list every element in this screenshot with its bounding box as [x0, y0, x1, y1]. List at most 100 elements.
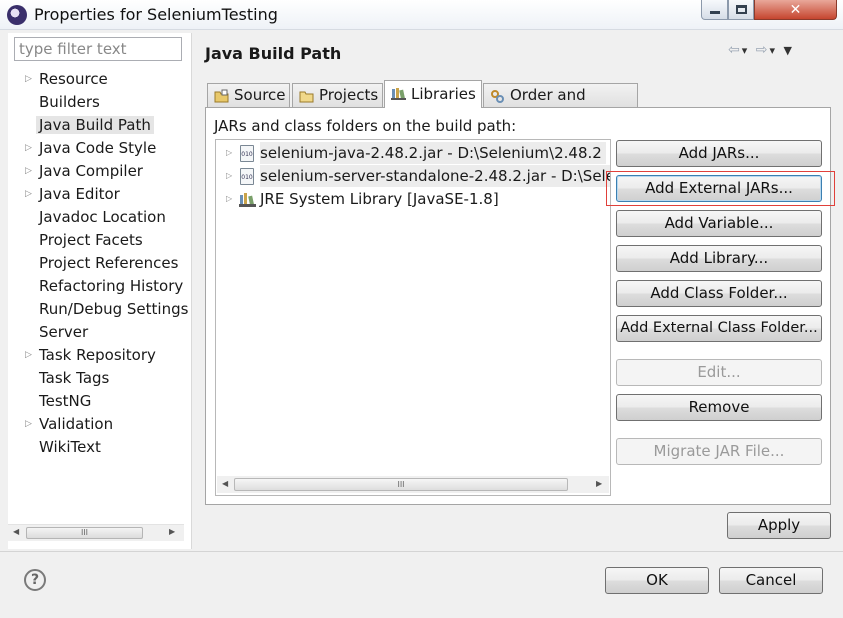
scroll-thumb[interactable]: III	[234, 478, 568, 491]
history-nav: ⇦▾ ⇨▾ ▼	[728, 42, 794, 58]
sidebar-item-label: Run/Debug Settings	[39, 300, 189, 318]
sidebar-item[interactable]: ▷ Task Repository	[8, 344, 191, 367]
sidebar-item-label: Refactoring History	[39, 277, 184, 295]
sidebar-item[interactable]: ▷ Validation	[8, 413, 191, 436]
projects-icon	[299, 91, 314, 103]
tree-horizontal-scrollbar[interactable]: ◀ III ▶	[8, 524, 184, 541]
maximize-icon	[735, 5, 747, 14]
list-item[interactable]: ▷ 010 selenium-java-2.48.2.jar - D:\Sele…	[216, 142, 610, 164]
remove-button[interactable]: Remove	[616, 394, 822, 421]
close-icon: ✕	[789, 1, 802, 18]
minimize-icon	[709, 11, 720, 14]
sidebar-item-label: Javadoc Location	[39, 208, 166, 226]
sidebar-item-label: Java Compiler	[39, 162, 143, 180]
add-jars-button[interactable]: Add JARs...	[616, 140, 822, 167]
sidebar-item[interactable]: Server	[8, 321, 191, 344]
scroll-left-icon[interactable]: ◀	[13, 527, 19, 536]
filter-input[interactable]	[14, 37, 182, 61]
sidebar-item[interactable]: Java Build Path	[8, 114, 191, 137]
edit-button[interactable]: Edit...	[616, 359, 822, 386]
forward-menu-icon[interactable]: ▾	[769, 44, 777, 57]
sidebar-item[interactable]: ▷ Resource	[8, 68, 191, 91]
preference-tree-pane: ▷ResourceBuildersJava Build Path▷Java Co…	[8, 33, 192, 549]
footer-separator	[0, 551, 843, 552]
entry-label: selenium-java-2.48.2.jar - D:\Selenium\2…	[260, 142, 606, 164]
sidebar-item[interactable]: Run/Debug Settings	[8, 298, 191, 321]
expand-icon[interactable]: ▷	[25, 137, 32, 160]
help-icon[interactable]: ?	[24, 569, 46, 591]
list-item[interactable]: ▷ JRE System Library [JavaSE-1.8]	[216, 188, 610, 210]
expand-icon[interactable]: ▷	[25, 413, 32, 436]
sidebar-item-label: Task Tags	[39, 369, 110, 387]
sidebar-item-label: Builders	[39, 93, 100, 111]
expand-icon[interactable]: ▷	[25, 344, 32, 367]
add-external-class-folder-button[interactable]: Add External Class Folder...	[616, 315, 822, 342]
add-library-button[interactable]: Add Library...	[616, 245, 822, 272]
sidebar-item[interactable]: Builders	[8, 91, 191, 114]
sidebar-item[interactable]: ▷ Java Compiler	[8, 160, 191, 183]
sidebar-item[interactable]: ▷ Java Code Style	[8, 137, 191, 160]
maximize-button[interactable]	[728, 0, 754, 20]
sidebar-item[interactable]: Task Tags	[8, 367, 191, 390]
scroll-right-icon[interactable]: ▶	[596, 479, 602, 488]
libraries-icon	[391, 88, 406, 100]
close-button[interactable]: ✕	[754, 0, 837, 20]
forward-icon[interactable]: ⇨	[756, 42, 770, 58]
entry-label: selenium-server-standalone-2.48.2.jar - …	[260, 165, 610, 187]
back-icon[interactable]: ⇦	[728, 42, 742, 58]
scroll-right-icon[interactable]: ▶	[169, 527, 175, 536]
tab-order-and-export[interactable]: Order and Export	[483, 83, 638, 127]
sidebar-item[interactable]: Javadoc Location	[8, 206, 191, 229]
expand-icon[interactable]: ▷	[226, 142, 232, 164]
migrate-jar-button[interactable]: Migrate JAR File...	[616, 438, 822, 465]
tab-source[interactable]: Source	[207, 83, 290, 107]
sidebar-item-label: Java Build Path	[36, 116, 154, 134]
library-list[interactable]: ▷ 010 selenium-java-2.48.2.jar - D:\Sele…	[215, 139, 611, 496]
tab-label: Projects	[319, 86, 379, 104]
source-folder-icon	[214, 89, 229, 103]
sidebar-item-label: WikiText	[39, 438, 101, 456]
sidebar-item-label: Task Repository	[39, 346, 156, 364]
sidebar-item-label: Validation	[39, 415, 114, 433]
preference-tree: ▷ Resource Builders Java Build Path ▷ Java Co…	[8, 68, 191, 459]
sidebar-item-label: Java Code Style	[39, 139, 157, 157]
sidebar-item-label: Server	[39, 323, 89, 341]
list-horizontal-scrollbar[interactable]: ◀ III ▶	[217, 476, 609, 493]
sidebar-item-label: Project Facets	[39, 231, 143, 249]
list-item[interactable]: ▷ 010 selenium-server-standalone-2.48.2.…	[216, 165, 610, 187]
sidebar-item[interactable]: ▷ Java Editor	[8, 183, 191, 206]
sidebar-item[interactable]: Refactoring History	[8, 275, 191, 298]
ok-button[interactable]: OK	[605, 567, 709, 594]
expand-icon[interactable]: ▷	[25, 68, 32, 91]
order-export-icon	[491, 90, 504, 103]
expand-icon[interactable]: ▷	[25, 183, 32, 206]
libraries-description: JARs and class folders on the build path…	[214, 117, 517, 135]
sidebar-item[interactable]: TestNG	[8, 390, 191, 413]
entry-label: JRE System Library [JavaSE-1.8]	[260, 190, 499, 208]
tab-projects[interactable]: Projects	[292, 83, 383, 107]
jar-icon: 010	[240, 145, 254, 162]
expand-icon[interactable]: ▷	[25, 160, 32, 183]
sidebar-item-label: Resource	[39, 70, 108, 88]
apply-button[interactable]: Apply	[727, 512, 831, 539]
cancel-button[interactable]: Cancel	[719, 567, 823, 594]
back-menu-icon[interactable]: ▾	[742, 44, 750, 57]
jar-icon: 010	[240, 168, 254, 185]
scroll-left-icon[interactable]: ◀	[222, 479, 228, 488]
tab-label: Libraries	[411, 85, 476, 103]
tab-libraries[interactable]: Libraries	[384, 80, 482, 108]
sidebar-item-label: TestNG	[39, 392, 92, 410]
minimize-button[interactable]	[701, 0, 728, 20]
scroll-thumb[interactable]: III	[26, 527, 143, 539]
sidebar-item[interactable]: Project References	[8, 252, 191, 275]
eclipse-app-icon	[7, 5, 27, 25]
page-title: Java Build Path	[205, 44, 342, 63]
add-class-folder-button[interactable]: Add Class Folder...	[616, 280, 822, 307]
sidebar-item[interactable]: WikiText	[8, 436, 191, 459]
highlight-annotation	[606, 171, 835, 206]
sidebar-item[interactable]: Project Facets	[8, 229, 191, 252]
expand-icon[interactable]: ▷	[226, 188, 232, 210]
add-variable-button[interactable]: Add Variable...	[616, 210, 822, 237]
expand-icon[interactable]: ▷	[226, 165, 232, 187]
view-menu-icon[interactable]: ▼	[783, 44, 793, 57]
